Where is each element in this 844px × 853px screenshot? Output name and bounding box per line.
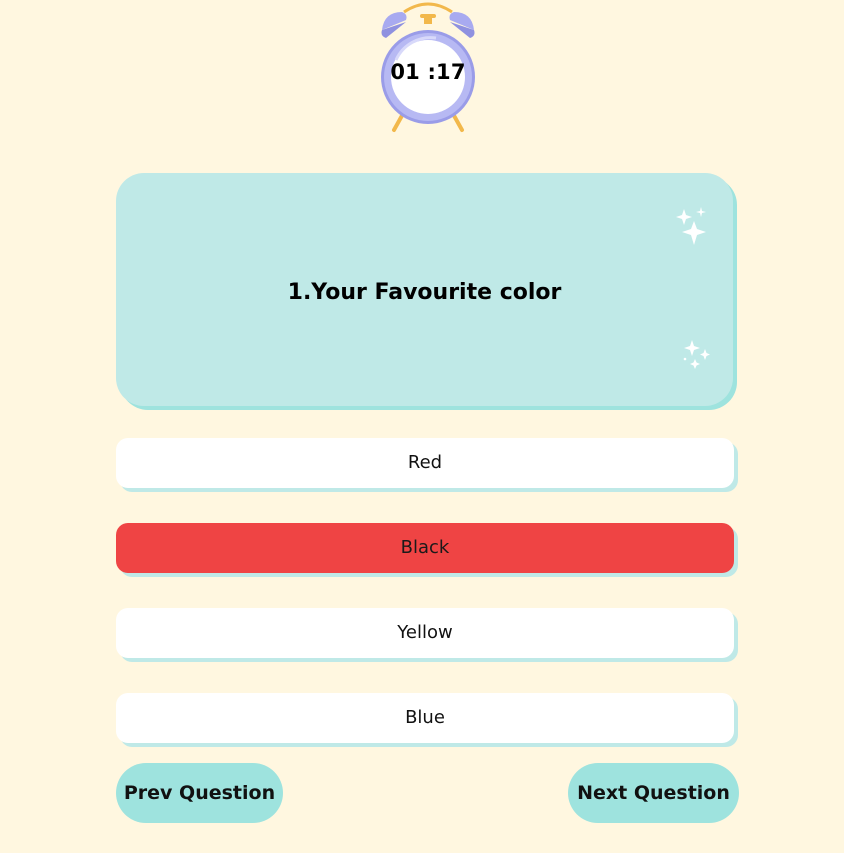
question-card: 1.Your Favourite color (116, 173, 733, 406)
quiz-page: 01 :17 1.Your Favourite color Red Black … (0, 0, 844, 853)
option-red[interactable]: Red (116, 438, 734, 488)
question-text: 1.Your Favourite color (287, 280, 562, 305)
next-question-button[interactable]: Next Question (568, 763, 739, 823)
sparkle-icon (683, 340, 710, 369)
option-blue[interactable]: Blue (116, 693, 734, 743)
option-yellow[interactable]: Yellow (116, 608, 734, 658)
alarm-clock-timer: 01 :17 (376, 0, 480, 134)
prev-question-button[interactable]: Prev Question (116, 763, 283, 823)
timer-display: 01 :17 (390, 60, 466, 84)
sparkle-icon (676, 207, 706, 245)
option-black[interactable]: Black (116, 523, 734, 573)
